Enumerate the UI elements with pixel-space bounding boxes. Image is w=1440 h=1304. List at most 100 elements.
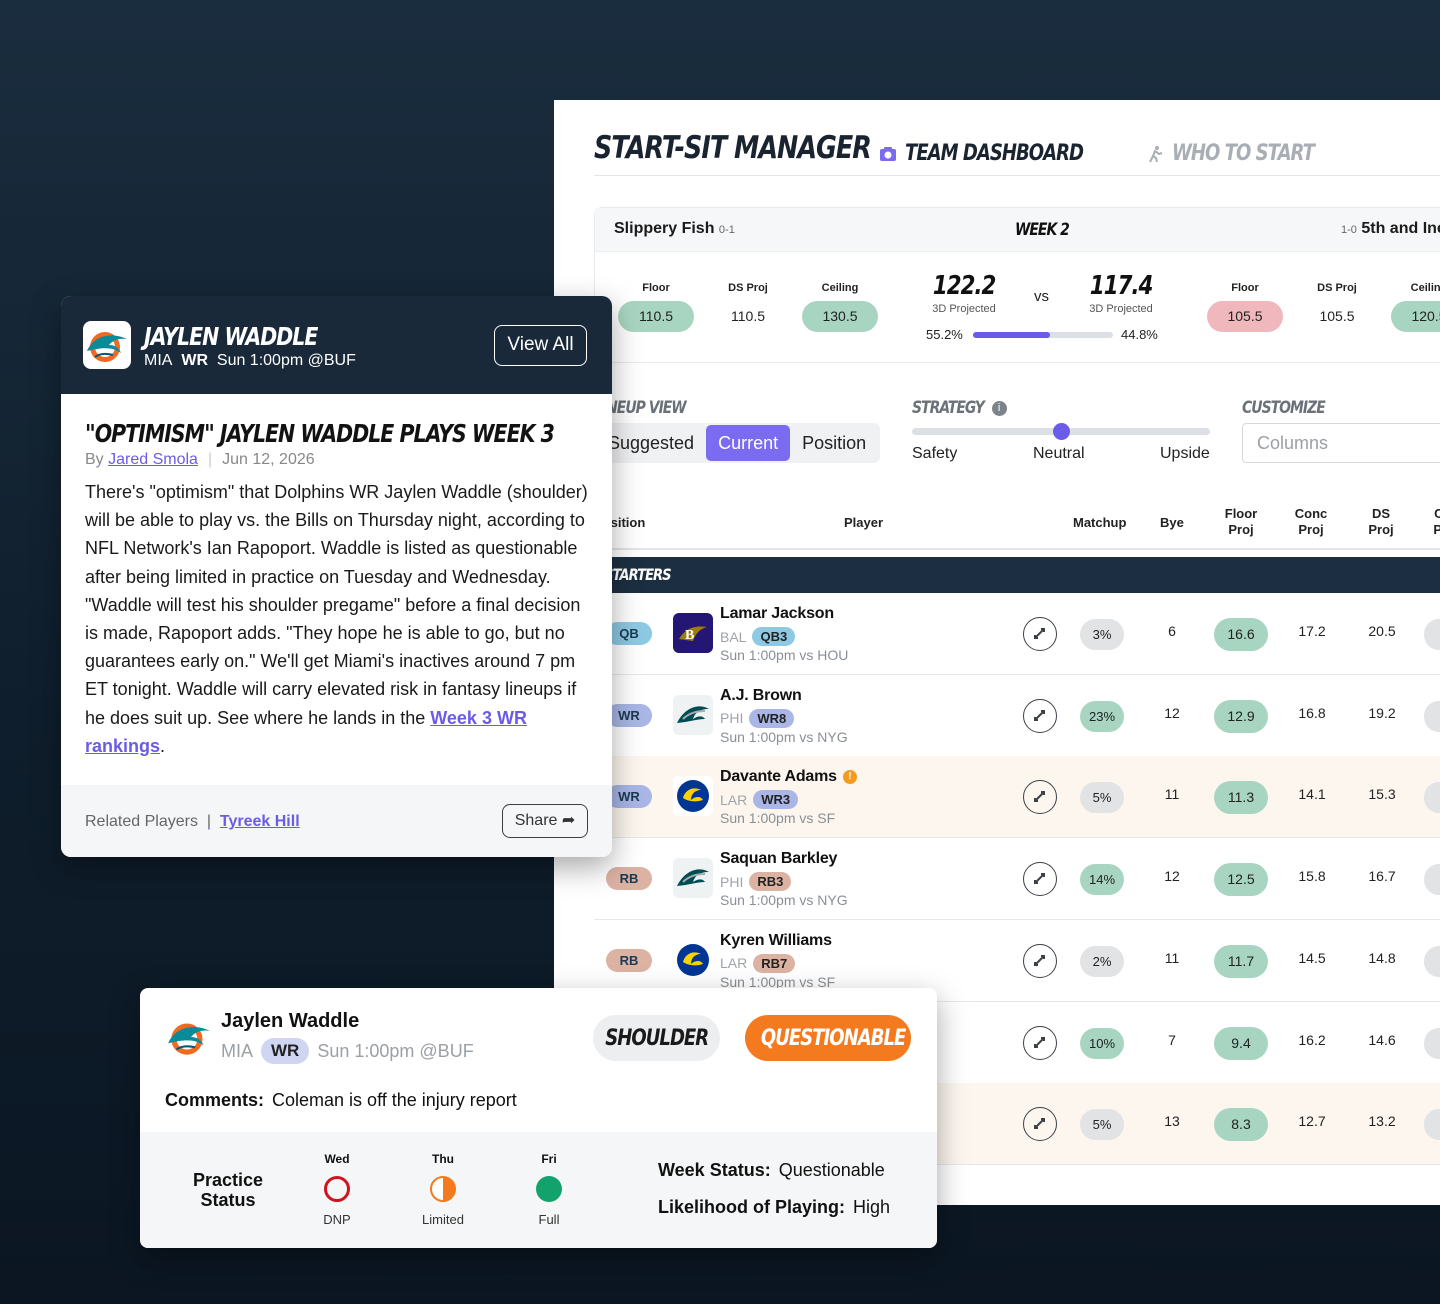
- bye-value: 7: [1168, 1031, 1176, 1048]
- dnp-ring-icon: [324, 1176, 350, 1202]
- week-status-label: Week Status:: [658, 1160, 771, 1180]
- header-bye[interactable]: Bye: [1160, 515, 1184, 531]
- left-ds-proj: DS Proj 110.5: [706, 282, 790, 332]
- right-win-pct: 44.8%: [1121, 327, 1158, 342]
- ceil-proj-value: [1424, 619, 1440, 650]
- view-all-button[interactable]: View All: [494, 325, 587, 366]
- game-time: Sun 1:00pm @BUF: [216, 352, 356, 369]
- lineup-view-toggle: Suggested Current Position: [594, 423, 881, 463]
- lineup-option-current[interactable]: Current: [706, 425, 791, 461]
- table-row[interactable]: RB Saquan Barkley PHI RB3 Sun 1:00pm vs NYG 1…: [594, 838, 1440, 921]
- game-time: Sun 1:00pm vs HOU: [720, 647, 849, 663]
- floor-proj-value: 9.4: [1214, 1026, 1268, 1060]
- stat-label: DS Proj: [728, 282, 768, 294]
- matchup-value: 5%: [1080, 1109, 1124, 1141]
- ds-proj-value: 20.5: [1368, 623, 1396, 639]
- expand-icon[interactable]: [1023, 1107, 1057, 1142]
- position-rank: WR8: [749, 708, 795, 728]
- injury-status: QUESTIONABLE: [760, 1026, 906, 1051]
- lineup-option-suggested[interactable]: Suggested: [596, 425, 706, 461]
- strategy-safety: Safety: [912, 445, 958, 462]
- score-value: 122.2: [932, 271, 997, 301]
- ceil-proj-value: [1424, 864, 1440, 896]
- injury-status-badge: QUESTIONABLE: [745, 1015, 911, 1061]
- position-badge[interactable]: RB: [606, 867, 652, 891]
- player-name[interactable]: Lamar Jackson: [720, 605, 834, 623]
- position-badge[interactable]: RB: [606, 948, 652, 972]
- tab-team-dashboard[interactable]: TEAM DASHBOARD: [879, 141, 1122, 166]
- strategy-slider[interactable]: [912, 423, 1210, 440]
- ceil-proj-value: [1424, 1027, 1440, 1059]
- practice-day-wed: Wed DNP: [297, 1152, 377, 1227]
- score-label: 3D Projected: [1089, 303, 1153, 315]
- conc-proj-value: 15.8: [1298, 868, 1326, 885]
- player-name[interactable]: Davante Adams!: [720, 768, 857, 786]
- stat-label: Ceiling: [821, 282, 859, 294]
- author-link[interactable]: Jared Smola: [108, 451, 198, 468]
- player-name-text: Davante Adams: [720, 768, 837, 786]
- player-team-rank: PHI RB3: [720, 872, 792, 892]
- expand-icon[interactable]: [1023, 698, 1057, 733]
- left-team[interactable]: Slippery Fish 0-1: [614, 220, 735, 238]
- player-name[interactable]: Saquan Barkley: [720, 850, 837, 868]
- limited-half-icon: [430, 1176, 456, 1202]
- team-logo: [673, 939, 713, 980]
- header-player[interactable]: Player: [844, 515, 883, 531]
- expand-icon[interactable]: [1023, 780, 1057, 815]
- header-conc-proj[interactable]: Conc Proj: [1291, 506, 1331, 538]
- expand-icon[interactable]: [1023, 943, 1057, 978]
- info-icon[interactable]: i: [991, 400, 1007, 416]
- expand-icon[interactable]: [1023, 862, 1057, 897]
- comments-text: Coleman is off the injury report: [272, 1090, 517, 1110]
- slider-knob[interactable]: [1053, 423, 1070, 440]
- lineup-option-position[interactable]: Position: [790, 425, 878, 461]
- share-button[interactable]: Share ➦: [502, 804, 588, 838]
- conc-proj-value: 16.8: [1298, 704, 1326, 721]
- stat-label: Floor: [1231, 282, 1259, 294]
- likelihood-value: High: [853, 1197, 891, 1217]
- player-name[interactable]: A.J. Brown: [720, 687, 802, 705]
- ceil-proj-value: [1424, 1109, 1440, 1141]
- position-badge[interactable]: QB: [606, 622, 652, 645]
- team: MIA: [144, 352, 173, 369]
- likelihood: Likelihood of Playing: High: [658, 1197, 890, 1218]
- related-player-link[interactable]: Tyreek Hill: [220, 813, 300, 830]
- ds-proj-value: 14.6: [1368, 1031, 1396, 1048]
- expand-icon[interactable]: [1023, 617, 1057, 651]
- dolphins-logo: [164, 1012, 214, 1062]
- position-rank: RB7: [753, 953, 796, 973]
- table-row[interactable]: QB B Lamar Jackson BAL QB3 Sun 1:00pm vs HOU 3…: [594, 593, 1440, 675]
- comments-label: Comments:: [165, 1090, 265, 1110]
- header-divider: [594, 548, 1440, 550]
- ds-proj-value: 19.2: [1368, 704, 1396, 721]
- table-row[interactable]: WR Davante Adams! LAR WR3 Sun 1:00pm vs SF 5%…: [594, 756, 1440, 839]
- team-abbr: LAR: [720, 791, 748, 808]
- page-title: START-SIT MANAGER: [594, 130, 872, 166]
- svg-text:B: B: [685, 628, 694, 643]
- player-name-text: Kyren Williams: [720, 931, 832, 949]
- share-icon: ➦: [561, 812, 576, 829]
- header-ds-proj[interactable]: DS Proj: [1361, 506, 1401, 538]
- bye-value: 11: [1164, 949, 1180, 966]
- team-abbr: LAR: [720, 955, 748, 972]
- ds-proj-value: 15.3: [1368, 786, 1396, 803]
- position-rank: RB3: [749, 872, 792, 892]
- header-floor-proj[interactable]: Floor Proj: [1221, 506, 1261, 538]
- floor-proj-value: 12.5: [1214, 863, 1268, 897]
- header-ceil-proj[interactable]: Ceil Proj: [1426, 506, 1440, 538]
- header-matchup[interactable]: Matchup: [1073, 515, 1126, 531]
- bye-value: 12: [1164, 868, 1180, 885]
- right-score: 117.4 3D Projected: [1066, 271, 1176, 315]
- player-name[interactable]: Kyren Williams: [720, 932, 832, 950]
- columns-select[interactable]: Columns⌄: [1242, 423, 1440, 463]
- alert-icon[interactable]: !: [842, 770, 857, 785]
- position-badge[interactable]: WR: [606, 703, 652, 727]
- right-team[interactable]: 1-0 5th and Inches: [1341, 220, 1440, 238]
- tab-who-to-start[interactable]: WHO TO START: [1146, 141, 1345, 166]
- position-badge[interactable]: WR: [606, 785, 652, 809]
- table-row[interactable]: WR A.J. Brown PHI WR8 Sun 1:00pm vs NYG 23% 12…: [594, 674, 1440, 757]
- player-name-text: Saquan Barkley: [720, 850, 838, 868]
- injury-player-name[interactable]: Jaylen Waddle: [221, 1010, 359, 1033]
- team-abbr: BAL: [720, 628, 747, 645]
- expand-icon[interactable]: [1023, 1025, 1057, 1060]
